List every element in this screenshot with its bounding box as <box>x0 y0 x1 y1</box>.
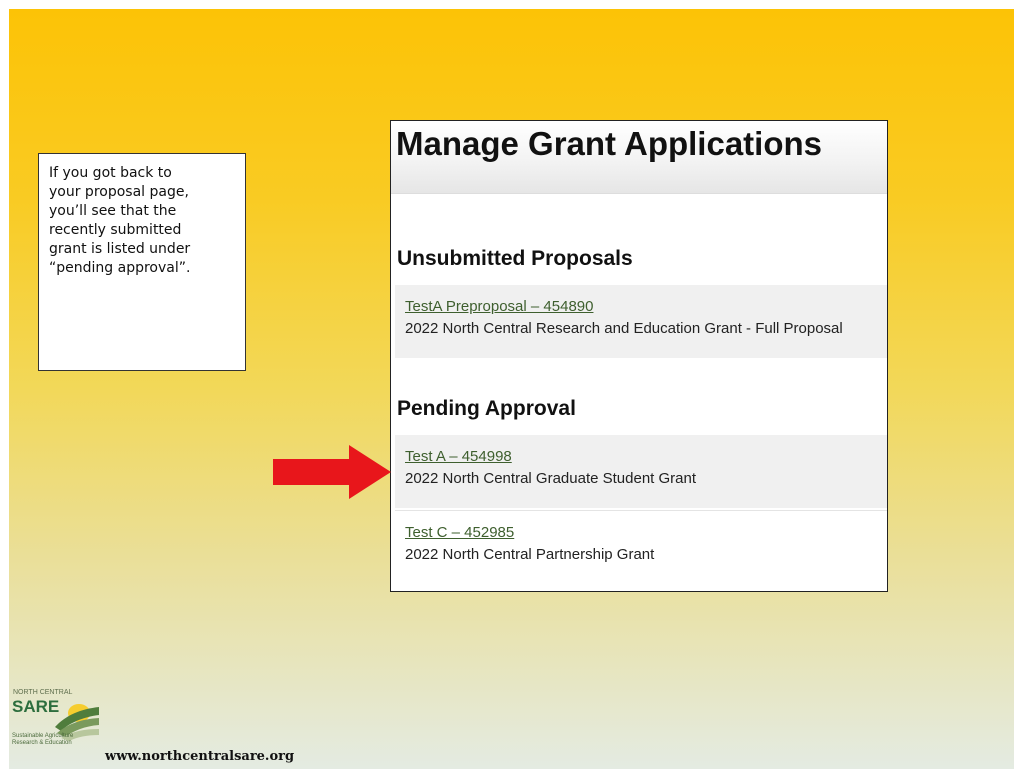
logo-subtitle: Sustainable Agriculture <box>12 733 74 739</box>
page-title: Manage Grant Applications <box>396 125 823 162</box>
pending-heading: Pending Approval <box>397 397 576 420</box>
logo-subtitle: Research & Education <box>12 740 72 746</box>
red-arrow-icon <box>273 445 391 499</box>
logo-name: SARE <box>12 697 59 716</box>
footer-url: www.northcentralsare.org <box>105 749 295 764</box>
proposal-link[interactable]: Test A – 454998 <box>405 448 877 465</box>
callout-line: you’ll see that the <box>49 203 177 219</box>
proposal-link[interactable]: TestA Preproposal – 454890 <box>405 298 877 315</box>
page-header: Manage Grant Applications <box>391 121 887 194</box>
proposal-description: 2022 North Central Graduate Student Gran… <box>405 470 697 487</box>
proposal-list-item: Test C – 452985 2022 North Central Partn… <box>395 510 887 583</box>
grant-applications-screenshot: Manage Grant Applications Unsubmitted Pr… <box>390 120 888 592</box>
slide: If you got back to your proposal page, y… <box>9 9 1014 769</box>
callout-line: your proposal page, <box>49 184 189 200</box>
instruction-callout: If you got back to your proposal page, y… <box>38 153 246 371</box>
proposal-list-item: Test A – 454998 2022 North Central Gradu… <box>395 435 887 508</box>
callout-line: If you got back to <box>49 165 172 181</box>
unsubmitted-heading: Unsubmitted Proposals <box>397 247 633 270</box>
proposal-description: 2022 North Central Research and Educatio… <box>405 320 843 337</box>
proposal-link[interactable]: Test C – 452985 <box>405 524 877 541</box>
proposal-list-item: TestA Preproposal – 454890 2022 North Ce… <box>395 285 887 358</box>
callout-line: recently submitted <box>49 222 182 238</box>
proposal-description: 2022 North Central Partnership Grant <box>405 546 655 563</box>
sare-logo: NORTH CENTRAL SARE Sustainable Agricultu… <box>11 685 101 757</box>
callout-line: grant is listed under <box>49 241 191 257</box>
logo-top-text: NORTH CENTRAL <box>13 689 72 696</box>
callout-line: “pending approval”. <box>49 260 191 276</box>
